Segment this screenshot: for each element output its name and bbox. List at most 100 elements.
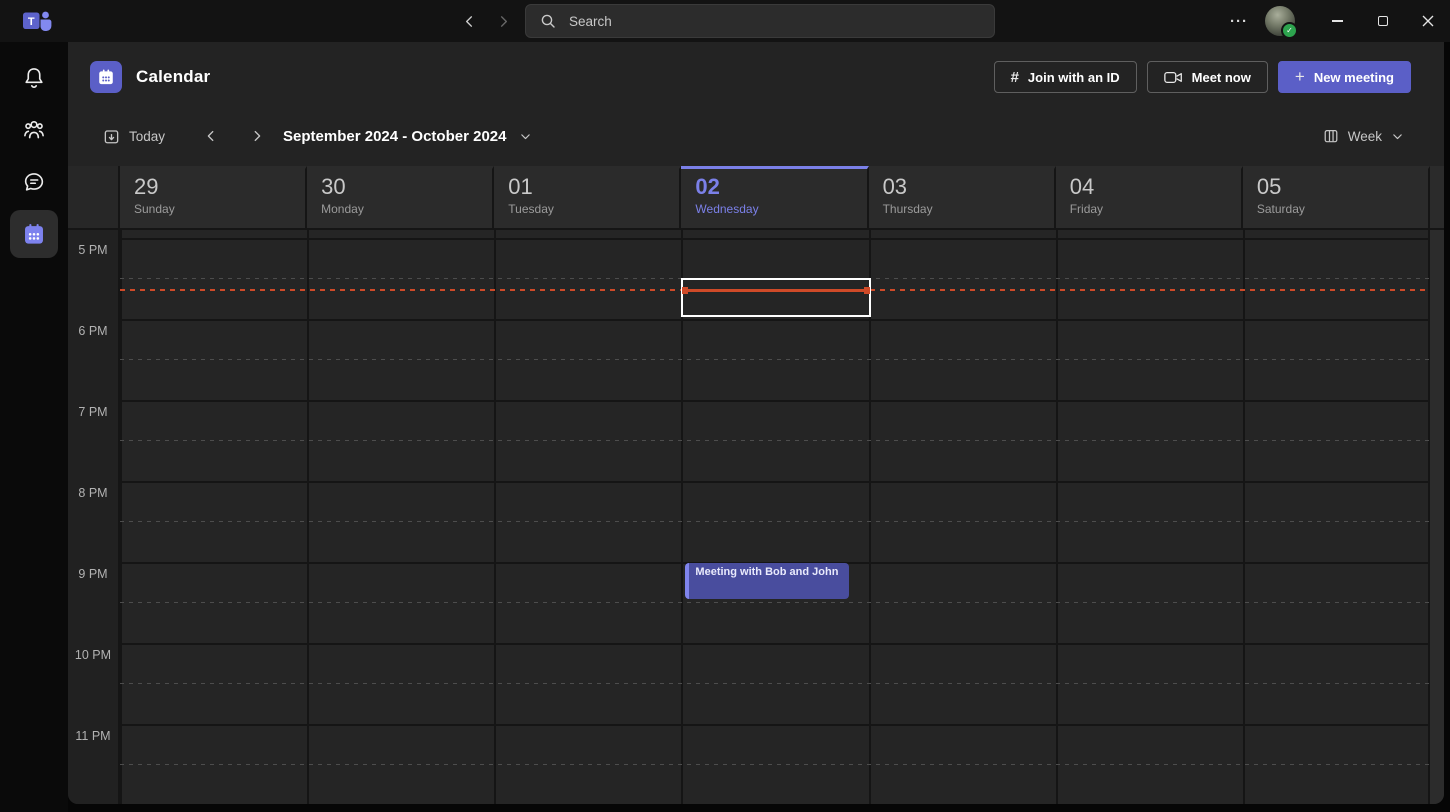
search-icon bbox=[540, 13, 556, 29]
svg-text:T: T bbox=[28, 16, 35, 28]
today-button[interactable]: Today bbox=[103, 128, 165, 145]
grid-vertical-line bbox=[307, 230, 309, 804]
maximize-button[interactable] bbox=[1360, 0, 1405, 42]
grid-columns: Meeting with Bob and John bbox=[120, 230, 1430, 804]
hour-line bbox=[120, 643, 1430, 645]
day-name: Thursday bbox=[883, 202, 1054, 216]
plus-icon: + bbox=[1295, 67, 1305, 87]
date-range-label: September 2024 - October 2024 bbox=[283, 128, 506, 145]
date-range-button[interactable]: September 2024 - October 2024 bbox=[283, 128, 532, 145]
chevron-down-icon bbox=[519, 130, 532, 143]
half-hour-line bbox=[120, 440, 1430, 441]
time-label: 5 PM bbox=[68, 243, 118, 257]
day-name: Sunday bbox=[134, 202, 305, 216]
scrollbar-gutter[interactable] bbox=[1430, 230, 1444, 804]
week-view-icon bbox=[1323, 128, 1339, 144]
day-header-thursday[interactable]: 03 Thursday bbox=[869, 166, 1056, 230]
avatar[interactable] bbox=[1265, 6, 1295, 36]
chevron-right-icon bbox=[496, 14, 511, 29]
grid-vertical-line bbox=[494, 230, 496, 804]
next-week-button[interactable] bbox=[245, 124, 269, 148]
day-number: 29 bbox=[134, 174, 305, 200]
time-label: 11 PM bbox=[68, 729, 118, 743]
maximize-icon bbox=[1378, 16, 1388, 26]
day-number: 04 bbox=[1070, 174, 1241, 200]
half-hour-line bbox=[120, 521, 1430, 522]
search-box[interactable] bbox=[525, 4, 995, 38]
day-number: 03 bbox=[883, 174, 1054, 200]
minimize-button[interactable] bbox=[1315, 0, 1360, 42]
day-header-wednesday[interactable]: 02 Wednesday bbox=[681, 166, 868, 230]
day-column-tuesday[interactable] bbox=[494, 230, 681, 804]
day-name: Wednesday bbox=[695, 202, 866, 216]
day-column-monday[interactable] bbox=[307, 230, 494, 804]
half-hour-line bbox=[120, 359, 1430, 360]
time-label: 9 PM bbox=[68, 567, 118, 581]
time-gutter: 5 PM6 PM7 PM8 PM9 PM10 PM11 PM bbox=[68, 230, 120, 804]
sidebar-item-chat[interactable] bbox=[10, 158, 58, 206]
day-header-monday[interactable]: 30Monday bbox=[307, 166, 494, 230]
day-column-thursday[interactable] bbox=[869, 230, 1056, 804]
day-column-sunday[interactable] bbox=[120, 230, 307, 804]
calendar-icon bbox=[20, 220, 48, 248]
search-input[interactable] bbox=[567, 13, 980, 30]
grid-vertical-line bbox=[120, 230, 122, 804]
nav-forward-button[interactable] bbox=[490, 8, 516, 34]
day-column-friday[interactable] bbox=[1056, 230, 1243, 804]
sidebar-item-teams[interactable] bbox=[10, 106, 58, 154]
chat-icon bbox=[21, 169, 47, 195]
hour-line bbox=[120, 481, 1430, 483]
topbar: T ··· bbox=[0, 0, 1450, 42]
previous-week-button[interactable] bbox=[199, 124, 223, 148]
day-header-saturday[interactable]: 05 Saturday bbox=[1243, 166, 1430, 230]
day-column-saturday[interactable] bbox=[1243, 230, 1430, 804]
view-label: Week bbox=[1348, 129, 1382, 144]
nav-back-button[interactable] bbox=[456, 8, 482, 34]
close-button[interactable] bbox=[1405, 0, 1450, 42]
current-time-line bbox=[683, 289, 868, 292]
page-header: Calendar # Join with an ID Meet now + Ne… bbox=[68, 42, 1444, 112]
day-number: 30 bbox=[321, 174, 492, 200]
day-header-tuesday[interactable]: 01 Tuesday bbox=[494, 166, 681, 230]
new-meeting-button[interactable]: + New meeting bbox=[1278, 61, 1411, 93]
day-name: Friday bbox=[1070, 202, 1241, 216]
day-name: Tuesday bbox=[508, 202, 679, 216]
half-hour-line bbox=[120, 602, 1430, 603]
join-with-id-button[interactable]: # Join with an ID bbox=[994, 61, 1137, 93]
chevron-right-icon bbox=[250, 129, 264, 143]
sidebar-item-calendar[interactable] bbox=[10, 210, 58, 258]
calendar-event[interactable]: Meeting with Bob and John bbox=[685, 563, 848, 599]
day-header-row: 29 Sunday30Monday 01 Tuesday 02 Wednesday 03 Th… bbox=[68, 166, 1444, 230]
day-name: Saturday bbox=[1257, 202, 1428, 216]
page-title: Calendar bbox=[136, 67, 210, 87]
calendar-toolbar: Today September 2024 - October 2024 bbox=[68, 112, 1444, 160]
calendar-grid: 5 PM6 PM7 PM8 PM9 PM10 PM11 PM Meeting w… bbox=[68, 230, 1444, 804]
day-number: 02 bbox=[695, 174, 866, 200]
day-header-sunday[interactable]: 29 Sunday bbox=[120, 166, 307, 230]
calendar-app-icon bbox=[90, 61, 122, 93]
time-label: 8 PM bbox=[68, 486, 118, 500]
meet-now-button[interactable]: Meet now bbox=[1147, 61, 1268, 93]
topbar-right: ··· bbox=[1225, 0, 1450, 42]
day-number: 01 bbox=[508, 174, 679, 200]
close-icon bbox=[1421, 14, 1435, 28]
week-nav bbox=[199, 124, 269, 148]
view-switcher-button[interactable]: Week bbox=[1323, 128, 1404, 144]
selected-time-slot[interactable] bbox=[681, 278, 870, 317]
half-hour-line bbox=[120, 683, 1430, 684]
more-options-button[interactable]: ··· bbox=[1225, 7, 1253, 35]
more-icon: ··· bbox=[1230, 13, 1248, 30]
day-header-cap bbox=[1430, 166, 1444, 230]
today-icon bbox=[103, 128, 120, 145]
today-label: Today bbox=[129, 129, 165, 144]
header-actions: # Join with an ID Meet now + New meeting bbox=[994, 61, 1411, 93]
sidebar bbox=[0, 42, 68, 812]
sidebar-item-activity[interactable] bbox=[10, 54, 58, 102]
grid-vertical-line bbox=[1056, 230, 1058, 804]
day-header-friday[interactable]: 04 Friday bbox=[1056, 166, 1243, 230]
event-title: Meeting with Bob and John bbox=[695, 566, 842, 578]
grid-vertical-line bbox=[1428, 230, 1430, 804]
hash-icon: # bbox=[1011, 69, 1019, 86]
chevron-left-icon bbox=[462, 14, 477, 29]
day-number: 05 bbox=[1257, 174, 1428, 200]
